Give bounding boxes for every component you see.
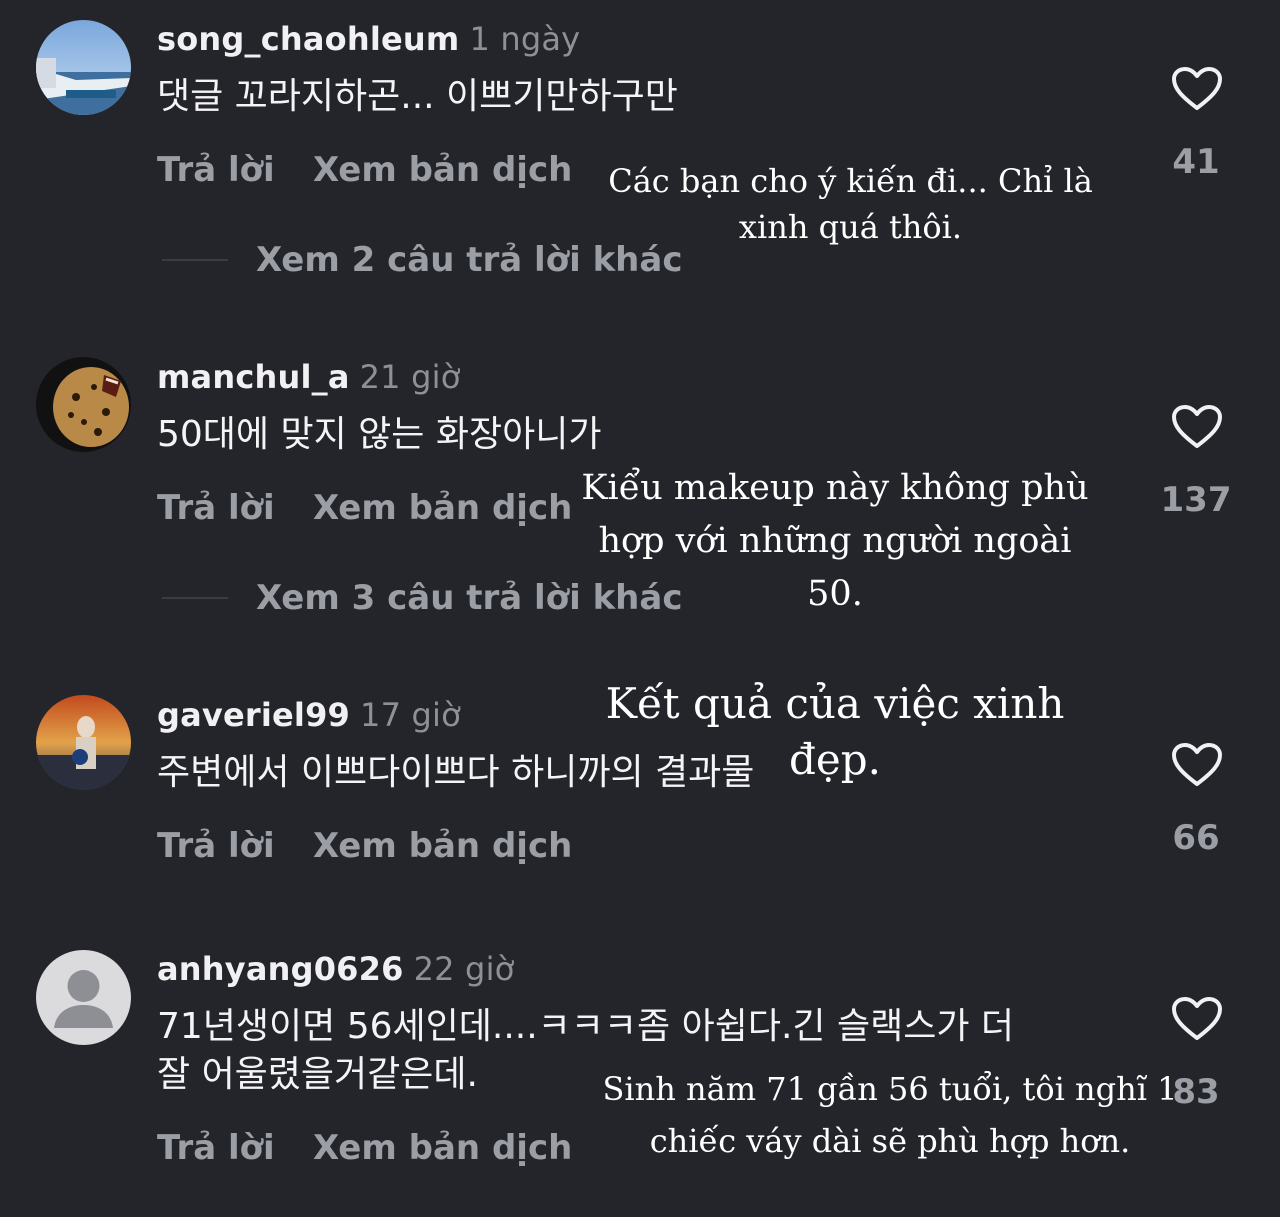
username-link[interactable]: manchul_a — [157, 358, 350, 396]
avatar[interactable] — [36, 950, 131, 1045]
username-link[interactable]: gaveriel99 — [157, 696, 350, 734]
comment-text-line-2: 잘 어울렸을거같은데. — [157, 1054, 478, 1095]
comment-text: 댓글 꼬라지하곤... 이쁘기만하구만 — [157, 76, 678, 117]
heart-icon[interactable] — [1171, 996, 1223, 1042]
translate-button[interactable]: Xem bản dịch — [313, 488, 572, 528]
comment-header: gaveriel99 17 giờ — [157, 696, 461, 734]
translate-button[interactable]: Xem bản dịch — [313, 1128, 572, 1168]
comment-time: 17 giờ — [360, 696, 461, 734]
replies-divider — [162, 259, 228, 261]
username-link[interactable]: song_chaohleum — [157, 20, 459, 58]
heart-icon[interactable] — [1171, 404, 1223, 450]
translate-button[interactable]: Xem bản dịch — [313, 826, 572, 866]
avatar-image — [36, 20, 131, 115]
heart-icon[interactable] — [1171, 742, 1223, 788]
reply-button[interactable]: Trả lời — [157, 826, 275, 866]
person-silhouette-icon — [36, 950, 131, 1045]
avatar[interactable] — [36, 357, 131, 452]
comment-header: anhyang0626 22 giờ — [157, 950, 514, 988]
avatar[interactable] — [36, 20, 131, 115]
translation-overlay: Các bạn cho ý kiến đi... Chỉ là xinh quá… — [608, 162, 1093, 246]
translate-button[interactable]: Xem bản dịch — [313, 150, 572, 190]
avatar-image — [36, 357, 131, 452]
avatar-image — [36, 695, 131, 790]
like-count: 137 — [1160, 480, 1232, 520]
translation-overlay: Kiểu makeup này không phù hợp với những … — [581, 468, 1089, 614]
reply-button[interactable]: Trả lời — [157, 488, 275, 528]
comment-text-line-1: 71년생이면 56세인데....ㅋㅋㅋ좀 아쉽다.긴 슬랙스가 더 — [157, 1006, 1015, 1047]
avatar[interactable] — [36, 695, 131, 790]
like-count: 66 — [1172, 818, 1220, 858]
username-link[interactable]: anhyang0626 — [157, 950, 404, 988]
replies-divider — [162, 597, 228, 599]
comment-text: 50대에 맞지 않는 화장아니가 — [157, 414, 602, 455]
comment-time: 21 giờ — [359, 358, 461, 396]
translation-overlay: Sinh năm 71 gần 56 tuổi, tôi nghĩ 1 chiế… — [602, 1070, 1178, 1160]
comment-header: song_chaohleum 1 ngày — [157, 20, 580, 58]
like-count: 41 — [1172, 142, 1220, 182]
comment-time: 1 ngày — [469, 20, 581, 58]
heart-icon[interactable] — [1171, 66, 1223, 112]
comment-time: 22 giờ — [413, 950, 515, 988]
translation-overlay: Kết quả của việc xinh đẹp. — [605, 679, 1065, 784]
reply-button[interactable]: Trả lời — [157, 1128, 275, 1168]
comment-header: manchul_a 21 giờ — [157, 358, 461, 396]
reply-button[interactable]: Trả lời — [157, 150, 275, 190]
